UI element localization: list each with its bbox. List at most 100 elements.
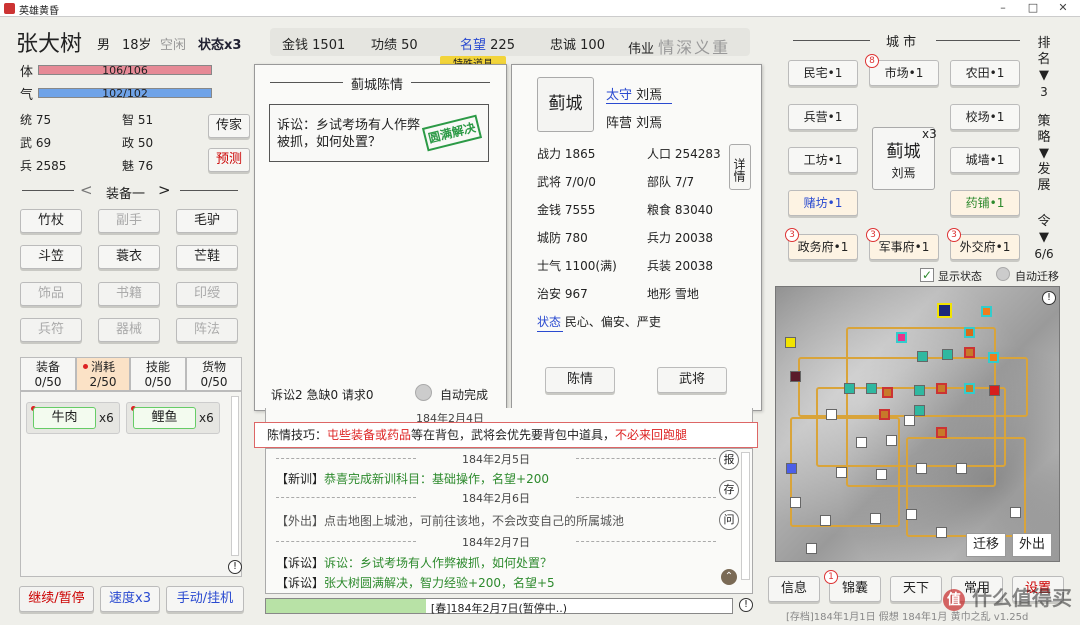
predict-button[interactable]: 预测 (208, 148, 250, 172)
map-city-marker[interactable] (936, 527, 947, 538)
migrate-button[interactable]: 迁移 (966, 533, 1006, 557)
map-city-marker[interactable] (870, 513, 881, 524)
map-city-marker[interactable] (988, 352, 999, 363)
question-button[interactable]: 问 (719, 510, 739, 530)
map-city-marker[interactable] (936, 427, 947, 438)
map-city-marker[interactable] (826, 409, 837, 420)
map-city-marker[interactable] (886, 435, 897, 446)
map-city-marker[interactable] (896, 332, 907, 343)
bag-item-carp[interactable]: 鲤鱼 x6 (126, 402, 220, 434)
equip-slot-seal[interactable]: 印绶 (176, 282, 238, 306)
world-map[interactable]: ! 迁移 外出 (775, 286, 1060, 562)
map-city-marker[interactable] (964, 347, 975, 358)
map-city-marker[interactable] (904, 415, 915, 426)
map-city-marker[interactable] (914, 405, 925, 416)
speed-button[interactable]: 速度x3 (100, 586, 160, 612)
map-city-marker[interactable] (981, 306, 992, 317)
equip-slot-hat[interactable]: 斗笠 (20, 245, 82, 269)
map-city-marker[interactable] (936, 383, 947, 394)
petition-item[interactable]: 诉讼：乡试考场有人作弊被抓，如何处置？ 圆满解决 (269, 104, 489, 162)
equip-slot-mount[interactable]: 毛驴 (176, 209, 238, 233)
equip-slot-offhand[interactable]: 副手 (98, 209, 160, 233)
map-city-marker[interactable] (914, 385, 925, 396)
strategy-label[interactable]: 策略 ▼ 发展 (1036, 114, 1052, 194)
rank-label[interactable]: 排名 ▼ 3 (1036, 36, 1052, 100)
auto-migrate-toggle[interactable] (996, 267, 1010, 281)
map-city-marker[interactable] (786, 463, 797, 474)
save-button[interactable]: 存 (719, 480, 739, 500)
show-status-checkbox[interactable]: ✓ (920, 268, 934, 282)
auto-complete-toggle[interactable] (415, 384, 432, 401)
building-workshop[interactable]: 工坊•1 (788, 147, 858, 173)
map-city-marker[interactable] (916, 463, 927, 474)
map-city-marker[interactable] (836, 467, 847, 478)
map-city-marker[interactable] (882, 387, 893, 398)
building-barracks[interactable]: 兵营•1 (788, 104, 858, 130)
equip-slot-coat[interactable]: 蓑衣 (98, 245, 160, 269)
map-city-marker[interactable] (785, 337, 796, 348)
map-city-marker[interactable] (942, 349, 953, 360)
building-city-wall[interactable]: 城墙•1 (950, 147, 1020, 173)
map-city-marker[interactable] (989, 385, 1000, 396)
bag-item-beef[interactable]: 牛肉 x6 (26, 402, 120, 434)
map-city-marker[interactable] (806, 543, 817, 554)
generals-button[interactable]: 武将 (657, 367, 727, 393)
hero-status-button[interactable]: 状态x3 (198, 34, 241, 53)
building-diplomacy[interactable]: 外交府•1 (950, 234, 1020, 260)
map-city-marker[interactable] (956, 463, 967, 474)
manual-auto-button[interactable]: 手动/挂机 (166, 586, 244, 612)
map-city-marker[interactable] (917, 351, 928, 362)
building-casino[interactable]: 赌坊•1 (788, 190, 858, 216)
building-military[interactable]: 军事府•1 (869, 234, 939, 260)
map-city-marker[interactable] (879, 409, 890, 420)
map-city-marker[interactable] (906, 509, 917, 520)
map-city-marker[interactable] (876, 469, 887, 480)
scroll-top-icon[interactable]: ⌃ (721, 569, 737, 585)
bag-tab-equipment[interactable]: 装备 0/50 (20, 357, 76, 391)
report-button[interactable]: 报 (719, 450, 739, 470)
equip-next-arrow[interactable]: > (158, 181, 171, 199)
map-city-marker[interactable] (844, 383, 855, 394)
equip-prev-arrow[interactable]: < (80, 181, 93, 199)
building-market[interactable]: 市场•1 (869, 60, 939, 86)
map-city-marker[interactable] (856, 437, 867, 448)
close-button[interactable]: ✕ (1056, 1, 1070, 15)
info-button[interactable]: 信息 (768, 576, 820, 602)
bag-tab-goods[interactable]: 货物 0/50 (186, 357, 242, 391)
stat-fame[interactable]: 名望 225 (460, 34, 515, 53)
map-city-marker[interactable] (964, 383, 975, 394)
help-icon[interactable]: ! (228, 560, 242, 574)
map-city-marker-current[interactable] (937, 303, 952, 318)
building-residence[interactable]: 民宅•1 (788, 60, 858, 86)
city-governor[interactable]: 太守 刘焉 (606, 84, 662, 103)
maximize-button[interactable]: □ (1026, 1, 1040, 15)
bag-tab-consumable[interactable]: 消耗 2/50 (76, 357, 130, 391)
building-farmland[interactable]: 农田•1 (950, 60, 1020, 86)
continue-pause-button[interactable]: 继续/暂停 (19, 586, 94, 612)
building-pharmacy[interactable]: 药铺•1 (950, 190, 1020, 216)
map-city-marker[interactable] (790, 497, 801, 508)
building-training-ground[interactable]: 校场•1 (950, 104, 1020, 130)
map-city-marker[interactable] (964, 327, 975, 338)
bag-scrollbar[interactable] (231, 396, 239, 556)
petition-button[interactable]: 陈情 (545, 367, 615, 393)
map-help-icon[interactable]: ! (1042, 291, 1056, 305)
map-city-marker[interactable] (866, 383, 877, 394)
equip-slot-weapon[interactable]: 竹杖 (20, 209, 82, 233)
building-government[interactable]: 政务府•1 (788, 234, 858, 260)
go-out-button[interactable]: 外出 (1012, 533, 1052, 557)
equip-slot-tally[interactable]: 兵符 (20, 318, 82, 342)
equip-slot-accessory[interactable]: 饰品 (20, 282, 82, 306)
log-scrollbar[interactable] (741, 452, 750, 580)
help-icon[interactable]: ! (739, 598, 753, 612)
chuanjia-button[interactable]: 传家 (208, 114, 250, 138)
equip-slot-shoes[interactable]: 芒鞋 (176, 245, 238, 269)
city-status[interactable]: 状态 民心、偏安、严吏 (537, 313, 661, 330)
minimize-button[interactable]: – (996, 1, 1010, 15)
map-city-marker[interactable] (790, 371, 801, 382)
map-city-marker[interactable] (820, 515, 831, 526)
equip-slot-book[interactable]: 书籍 (98, 282, 160, 306)
bag-tab-skill[interactable]: 技能 0/50 (130, 357, 186, 391)
world-button[interactable]: 天下 (890, 576, 942, 602)
equip-slot-machine[interactable]: 器械 (98, 318, 160, 342)
